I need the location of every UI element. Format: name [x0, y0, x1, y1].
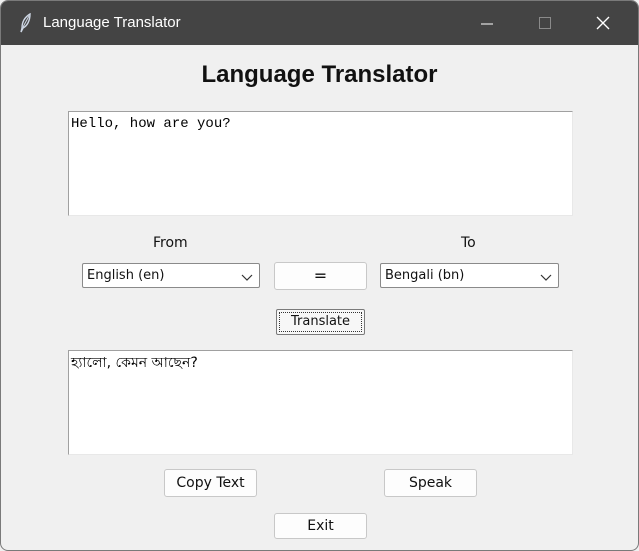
feather-icon [19, 12, 33, 33]
maximize-button[interactable] [516, 1, 574, 45]
focus-ring [279, 312, 362, 332]
to-label: To [461, 235, 476, 251]
minimize-button[interactable] [458, 1, 516, 45]
close-button[interactable] [574, 1, 632, 45]
minimize-icon [481, 23, 493, 25]
from-label: From [153, 235, 188, 251]
source-language-value: English (en) [87, 268, 165, 283]
swap-languages-button[interactable]: = [274, 262, 367, 290]
chevron-down-icon [241, 271, 253, 286]
target-language-value: Bengali (bn) [385, 268, 465, 283]
main-content: Language Translator Hello, how are you? … [1, 45, 638, 550]
source-language-select[interactable]: English (en) [82, 263, 260, 288]
title-bar[interactable]: Language Translator [1, 1, 638, 45]
app-window: Language Translator Language Translator … [0, 0, 639, 551]
speak-button[interactable]: Speak [384, 469, 477, 497]
source-text-input[interactable]: Hello, how are you? [68, 111, 573, 216]
close-icon [596, 16, 610, 30]
maximize-icon [539, 17, 551, 29]
translate-button[interactable]: Translate [276, 309, 365, 335]
target-language-select[interactable]: Bengali (bn) [380, 263, 559, 288]
exit-button[interactable]: Exit [274, 513, 367, 539]
chevron-down-icon [540, 271, 552, 286]
translated-text-output[interactable]: হ্যালো, কেমন আছেন? [68, 350, 573, 455]
copy-text-button[interactable]: Copy Text [164, 469, 257, 497]
window-title: Language Translator [43, 14, 181, 31]
page-title: Language Translator [201, 61, 438, 88]
